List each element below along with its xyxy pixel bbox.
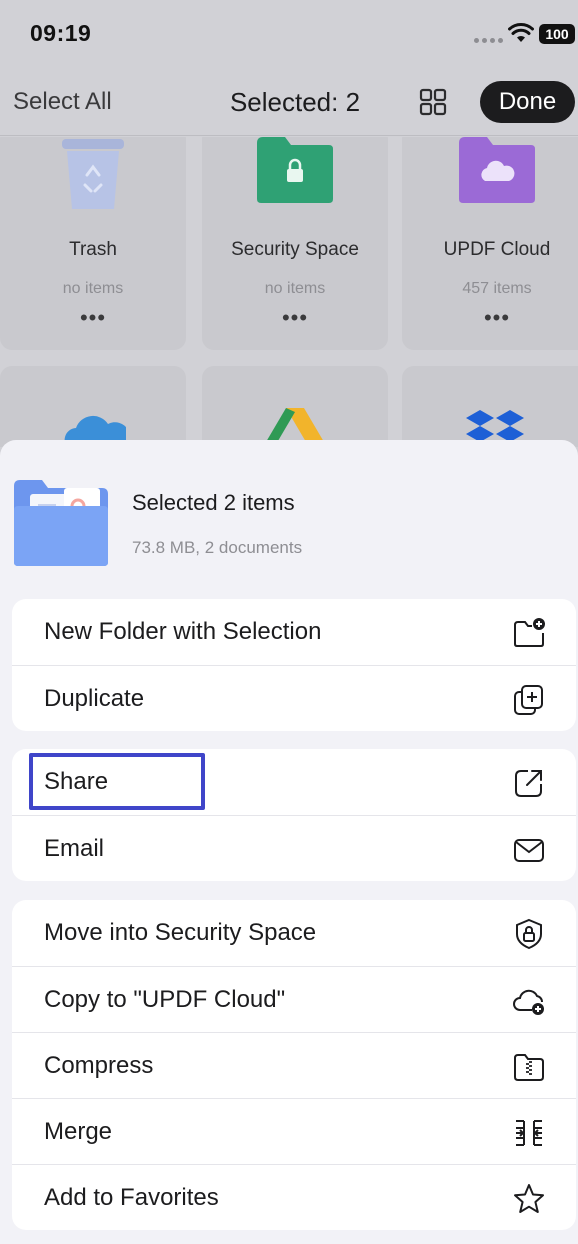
copy-to-updf-cloud-option[interactable]: Copy to "UPDF Cloud": [12, 966, 576, 1032]
folder-tile-trash[interactable]: Trash no items •••: [0, 137, 186, 350]
option-label: Duplicate: [44, 684, 145, 712]
selection-summary: Selected 2 items 73.8 MB, 2 documents: [0, 440, 578, 590]
star-icon: [512, 1182, 546, 1216]
security-folder-icon: [257, 137, 333, 203]
option-label: Merge: [44, 1117, 113, 1145]
option-label: Move into Security Space: [44, 919, 317, 946]
merge-option[interactable]: Merge: [12, 1098, 576, 1164]
folder-tile-onedrive[interactable]: [0, 366, 186, 447]
merge-icon: [512, 1116, 546, 1150]
duplicate-option[interactable]: Duplicate: [12, 665, 576, 731]
cloud-folder-icon: [459, 137, 535, 203]
folder-name: Trash: [69, 239, 117, 260]
duplicate-icon: [512, 683, 546, 717]
share-highlight-box: [29, 753, 205, 810]
trash-bin-icon: [62, 139, 124, 209]
folder-item-count: no items: [264, 280, 326, 297]
more-options-icon[interactable]: •••: [202, 305, 388, 331]
new-folder-with-selection-option[interactable]: New Folder with Selection: [12, 599, 576, 665]
grid-view-icon[interactable]: [419, 88, 447, 116]
folder-tile-security-space[interactable]: Security Space no items •••: [202, 137, 388, 350]
documents-folder-icon: [14, 480, 108, 566]
selection-title: Selected 2 items: [132, 490, 295, 515]
envelope-icon: [512, 833, 546, 867]
folder-item-count: 457 items: [462, 280, 532, 297]
shield-lock-icon: [512, 917, 546, 951]
email-option[interactable]: Email: [12, 815, 576, 881]
folder-grid: Trash no items ••• Security Space no ite…: [0, 137, 578, 447]
folder-tile-google-drive[interactable]: [202, 366, 388, 447]
move-into-security-space-option[interactable]: Move into Security Space: [12, 900, 576, 966]
option-label: New Folder with Selection: [44, 618, 322, 645]
share-icon: [512, 766, 546, 800]
status-time: 09:19: [30, 20, 92, 46]
add-to-favorites-option[interactable]: Add to Favorites: [12, 1164, 576, 1230]
option-label: Copy to "UPDF Cloud": [44, 985, 286, 1013]
cellular-signal-icon: [474, 38, 503, 43]
option-label: Add to Favorites: [44, 1183, 219, 1211]
folder-name: Security Space: [231, 239, 359, 260]
folder-tile-dropbox[interactable]: [402, 366, 578, 447]
status-bar: 09:19 100: [0, 0, 578, 70]
top-navigation-bar: Select All Selected: 2 Done: [0, 70, 578, 136]
action-group-organize: New Folder with Selection Duplicate: [12, 599, 576, 731]
more-options-icon[interactable]: •••: [0, 305, 186, 331]
done-button[interactable]: Done: [480, 81, 575, 123]
zip-folder-icon: [512, 1050, 546, 1084]
folder-name: UPDF Cloud: [443, 239, 551, 260]
folder-item-count: no items: [62, 280, 124, 297]
compress-option[interactable]: Compress: [12, 1032, 576, 1098]
action-group-manage: Move into Security Space Copy to "UPDF C…: [12, 900, 576, 1230]
option-label: Email: [44, 834, 105, 862]
folder-tile-updf-cloud[interactable]: UPDF Cloud 457 items •••: [402, 137, 578, 350]
more-options-icon[interactable]: •••: [402, 305, 578, 331]
selection-details: 73.8 MB, 2 documents: [132, 538, 303, 557]
action-sheet: Selected 2 items 73.8 MB, 2 documents Ne…: [0, 440, 578, 1244]
wifi-icon: [508, 23, 534, 42]
option-label: Compress: [44, 1051, 154, 1079]
cloud-add-icon: [512, 984, 546, 1018]
battery-indicator: 100: [539, 24, 575, 44]
new-folder-icon: [512, 616, 546, 650]
